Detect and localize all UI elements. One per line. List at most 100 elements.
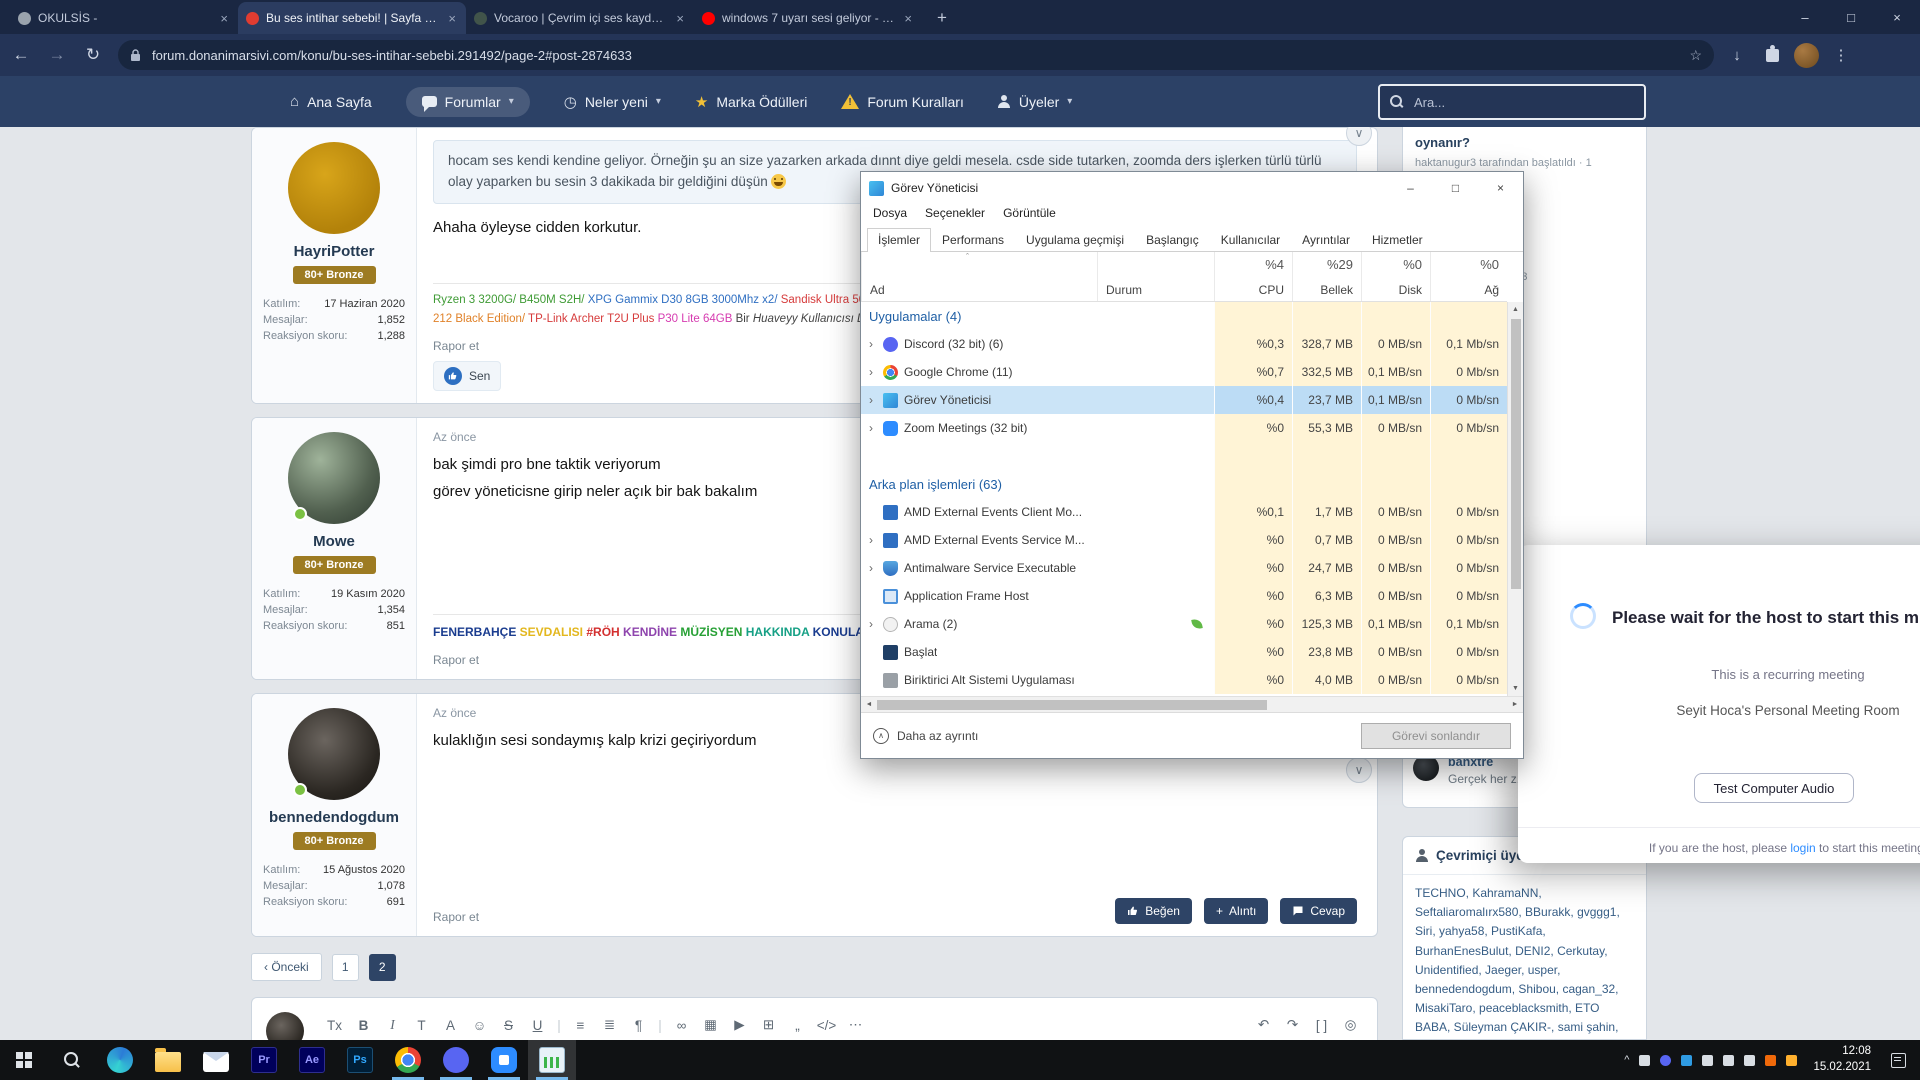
more-icon[interactable]: ⋯ — [843, 1013, 868, 1038]
taskbar-search-button[interactable] — [48, 1040, 96, 1080]
undo-icon[interactable]: ↶ — [1251, 1013, 1276, 1038]
scrollbar-thumb[interactable] — [877, 700, 1267, 710]
remove-format-icon[interactable]: Tx — [322, 1013, 347, 1038]
nav-home[interactable]: ⌂ Ana Sayfa — [290, 93, 372, 110]
taskbar-clock[interactable]: 12:08 15.02.2021 — [1813, 1044, 1871, 1075]
taskman-tab[interactable]: Uygulama geçmişi — [1015, 228, 1135, 252]
taskman-tab[interactable]: İşlemler — [867, 228, 931, 252]
column-network[interactable]: %0Ağ — [1430, 252, 1507, 301]
image-icon[interactable]: ▦ — [698, 1013, 723, 1038]
search-input[interactable] — [1412, 94, 1634, 111]
taskbar-app[interactable] — [480, 1040, 528, 1080]
taskbar-app[interactable] — [144, 1040, 192, 1080]
new-tab-button[interactable]: + — [928, 4, 956, 32]
onedrive-icon[interactable] — [1639, 1055, 1650, 1066]
nav-awards[interactable]: ★ Marka Ödülleri — [695, 93, 807, 111]
taskman-tab[interactable]: Ayrıntılar — [1291, 228, 1361, 252]
separator[interactable]: | — [554, 1013, 564, 1038]
previous-page-button[interactable]: ‹ Önceki — [251, 953, 322, 981]
taskman-tab[interactable]: Hizmetler — [1361, 228, 1434, 252]
fewer-details-icon[interactable]: ∧ — [873, 728, 889, 744]
process-row[interactable]: › Zoom Meetings (32 bit) %0 55,3 MB 0 MB… — [861, 414, 1507, 442]
nav-forums[interactable]: Forumlar ▾ — [406, 87, 530, 117]
reply-button[interactable]: Cevap — [1280, 898, 1357, 924]
taskbar-app[interactable] — [528, 1040, 576, 1080]
font-size-icon[interactable]: T — [409, 1013, 434, 1038]
column-name[interactable]: Ad — [861, 252, 1097, 301]
like-button[interactable]: Beğen — [1115, 898, 1192, 924]
process-row[interactable]: › Antimalware Service Executable %0 24,7… — [861, 554, 1507, 582]
expand-chevron-icon[interactable]: › — [869, 421, 883, 435]
browser-tab[interactable]: Bu ses intihar sebebi! | Sayfa 2 | D × — [238, 2, 466, 34]
menu-item[interactable]: Görüntüle — [995, 204, 1064, 226]
tray-expand-icon[interactable] — [1624, 1055, 1629, 1066]
username[interactable]: HayriPotter — [294, 243, 375, 260]
avatar[interactable] — [288, 708, 380, 800]
horizontal-scrollbar[interactable]: ◄ ► — [861, 696, 1523, 712]
expand-chevron-icon[interactable]: › — [869, 393, 883, 407]
page-2-button-current[interactable]: 2 — [369, 954, 396, 981]
taskbar-app[interactable]: Ps — [336, 1040, 384, 1080]
close-icon[interactable]: × — [1874, 0, 1920, 34]
preview-icon[interactable]: ◎ — [1338, 1013, 1363, 1038]
expand-chevron-icon[interactable]: › — [869, 533, 883, 547]
page-1-button[interactable]: 1 — [332, 954, 359, 981]
italic-icon[interactable]: I — [380, 1013, 405, 1038]
forward-icon[interactable]: → — [42, 40, 72, 70]
action-center-icon[interactable] — [1891, 1053, 1906, 1068]
extensions-puzzle-icon[interactable] — [1759, 42, 1785, 68]
back-icon[interactable]: ← — [6, 40, 36, 70]
taskman-tab[interactable]: Başlangıç — [1135, 228, 1210, 252]
list-icon[interactable]: ≡ — [568, 1013, 593, 1038]
bold-icon[interactable]: B — [351, 1013, 376, 1038]
taskman-titlebar[interactable]: Görev Yöneticisi – □ × — [861, 172, 1523, 204]
process-row[interactable]: › Google Chrome (11) %0,7 332,5 MB 0,1 M… — [861, 358, 1507, 386]
column-cpu[interactable]: %4CPU — [1214, 252, 1292, 301]
menu-item[interactable]: Dosya — [865, 204, 915, 226]
redo-icon[interactable]: ↷ — [1280, 1013, 1305, 1038]
process-row[interactable]: › Biriktirici Alt Sistemi Uygulaması %0 … — [861, 666, 1507, 694]
username[interactable]: bennedendogdum — [269, 809, 399, 826]
strikethrough-icon[interactable]: S — [496, 1013, 521, 1038]
media-icon[interactable]: ▶ — [727, 1013, 752, 1038]
amber-app-icon[interactable] — [1786, 1055, 1797, 1066]
network-icon[interactable] — [1723, 1055, 1734, 1066]
quote-icon[interactable]: „ — [785, 1013, 810, 1038]
username[interactable]: Mowe — [313, 533, 355, 550]
browser-tab[interactable]: Vocaroo | Çevrim içi ses kaydedi... × — [466, 2, 694, 34]
forum-search[interactable] — [1378, 84, 1646, 120]
online-members-list[interactable]: TECHNO, KahramaNN, Seftaliaromalırx580, … — [1403, 875, 1646, 1040]
scrollbar-thumb[interactable] — [1511, 319, 1521, 589]
browser-tab[interactable]: windows 7 uyarı sesi geliyor - Yo... × — [694, 2, 922, 34]
tab-close-icon[interactable]: × — [674, 11, 686, 26]
process-row[interactable]: › Uygulamalar (4) — [861, 302, 1507, 330]
process-row[interactable]: › Discord (32 bit) (6) %0,3 328,7 MB 0 M… — [861, 330, 1507, 358]
process-row[interactable]: › Application Frame Host %0 6,3 MB 0 MB/… — [861, 582, 1507, 610]
address-bar[interactable]: ☆ — [118, 40, 1714, 70]
minimize-icon[interactable]: – — [1782, 0, 1828, 34]
security-shield-icon[interactable] — [1681, 1055, 1692, 1066]
expand-chevron-icon[interactable]: › — [869, 365, 883, 379]
nav-rules[interactable]: Forum Kuralları — [841, 94, 963, 110]
taskbar-app[interactable]: Ae — [288, 1040, 336, 1080]
downloads-icon[interactable]: ↓ — [1724, 42, 1750, 68]
taskbar-app[interactable] — [384, 1040, 432, 1080]
quote-button[interactable]: + Alıntı — [1204, 898, 1268, 924]
separator[interactable]: | — [655, 1013, 665, 1038]
taskbar-app[interactable] — [192, 1040, 240, 1080]
taskbar-app[interactable] — [96, 1040, 144, 1080]
column-memory[interactable]: %29Bellek — [1292, 252, 1361, 301]
taskman-tab[interactable]: Performans — [931, 228, 1015, 252]
expand-chevron-icon[interactable]: › — [869, 617, 883, 631]
browser-tab[interactable]: OKULSİS - × — [10, 2, 238, 34]
underline-icon[interactable]: U — [525, 1013, 550, 1038]
report-link[interactable]: Rapor et — [433, 910, 479, 924]
close-icon[interactable]: × — [1478, 172, 1523, 204]
end-task-button[interactable]: Görevi sonlandır — [1361, 723, 1511, 749]
test-computer-audio-button[interactable]: Test Computer Audio — [1694, 773, 1854, 803]
taskbar-app[interactable] — [432, 1040, 480, 1080]
topic-title[interactable]: oynanır? — [1415, 135, 1634, 150]
link-icon[interactable]: ∞ — [669, 1013, 694, 1038]
code-icon[interactable]: </> — [814, 1013, 839, 1038]
process-row[interactable]: › Arama (2) %0 125,3 MB 0,1 MB/sn 0,1 Mb… — [861, 610, 1507, 638]
